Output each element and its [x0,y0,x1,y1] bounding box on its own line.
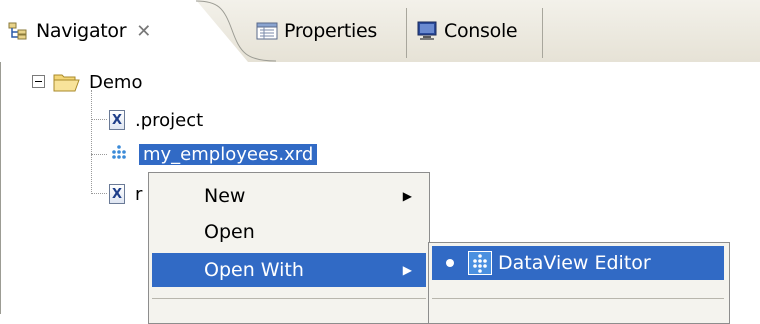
tree-item-label: my_employees.xrd [139,143,318,165]
tree-item-label: .project [135,109,204,131]
tree-item-demo[interactable]: Demo [53,67,142,97]
tab-properties-label: Properties [284,20,378,42]
tree-item-label: r [135,183,143,205]
xml-file-icon: X [109,184,125,204]
radio-selected-icon [446,259,454,267]
menu-item-open[interactable]: Open [152,215,426,249]
dataview-editor-icon [468,251,492,275]
submenu-arrow-icon: ▶ [402,263,412,277]
tab-navigator-label: Navigator [36,20,127,42]
view-tab-bar: Navigator ✕ Properties Console [0,0,760,63]
tree-guide-line [91,90,92,194]
menu-item-label: New [204,185,246,207]
context-menu: New ▶ Open Open With ▶ [148,172,430,324]
submenu-item-dataview-editor[interactable]: DataView Editor [432,246,724,280]
menu-item-label: Open With [204,259,304,281]
folder-open-icon [53,71,81,93]
tab-active-edge [196,0,276,62]
tree-item-r[interactable]: X r [109,179,142,209]
close-tab-icon[interactable]: ✕ [136,21,151,42]
tree-guide-line [91,193,107,194]
tab-navigator[interactable]: Navigator ✕ [8,0,151,62]
tab-console[interactable]: Console [416,0,518,62]
collapse-toggle-icon[interactable] [32,75,45,88]
open-with-submenu: DataView Editor [428,242,730,324]
tree-item-project[interactable]: X .project [109,105,203,135]
tree-item-my-employees[interactable]: my_employees.xrd [109,139,318,169]
submenu-arrow-icon: ▶ [402,189,412,203]
submenu-item-label: DataView Editor [498,252,651,274]
tab-divider [406,8,407,58]
tree-guide-line [91,119,107,120]
dataview-file-icon [109,144,129,164]
tab-console-label: Console [444,20,518,42]
menu-separator [152,298,426,299]
tab-divider [542,8,543,58]
menu-item-label: Open [204,221,255,243]
tree-item-label: Demo [89,71,143,93]
menu-item-new[interactable]: New ▶ [152,179,426,213]
console-icon [416,21,438,41]
tree-guide-line [91,154,107,155]
menu-separator [432,298,724,299]
menu-item-open-with[interactable]: Open With ▶ [152,253,426,287]
xml-file-icon: X [109,110,125,130]
navigator-icon [8,21,30,41]
